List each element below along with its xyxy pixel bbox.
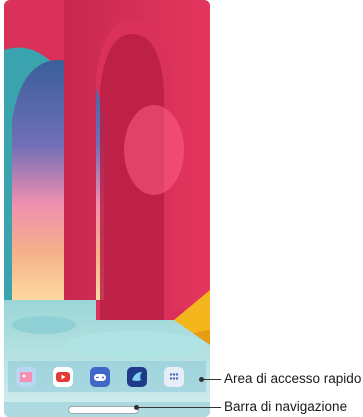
home-gesture-pill[interactable] xyxy=(68,406,139,414)
navigation-bar-leader-dot xyxy=(134,405,139,410)
gallery-app-icon[interactable] xyxy=(16,367,36,387)
youtube-icon[interactable] xyxy=(53,367,73,387)
navigation-bar-leader-line xyxy=(137,407,221,408)
navigation-bar xyxy=(4,402,210,417)
gamepad-icon[interactable] xyxy=(90,367,110,387)
navigation-bar-callout: Barra di navigazione xyxy=(224,399,348,414)
quick-access-dock xyxy=(8,361,206,392)
quick-access-leader-dot xyxy=(199,377,204,382)
phone-screen xyxy=(4,0,210,417)
app-drawer-icon[interactable] xyxy=(164,367,184,387)
bird-icon[interactable] xyxy=(127,367,147,387)
wallpaper xyxy=(4,0,210,417)
quick-access-leader-line xyxy=(202,379,221,380)
quick-access-callout: Area di accesso rapido xyxy=(224,371,362,386)
